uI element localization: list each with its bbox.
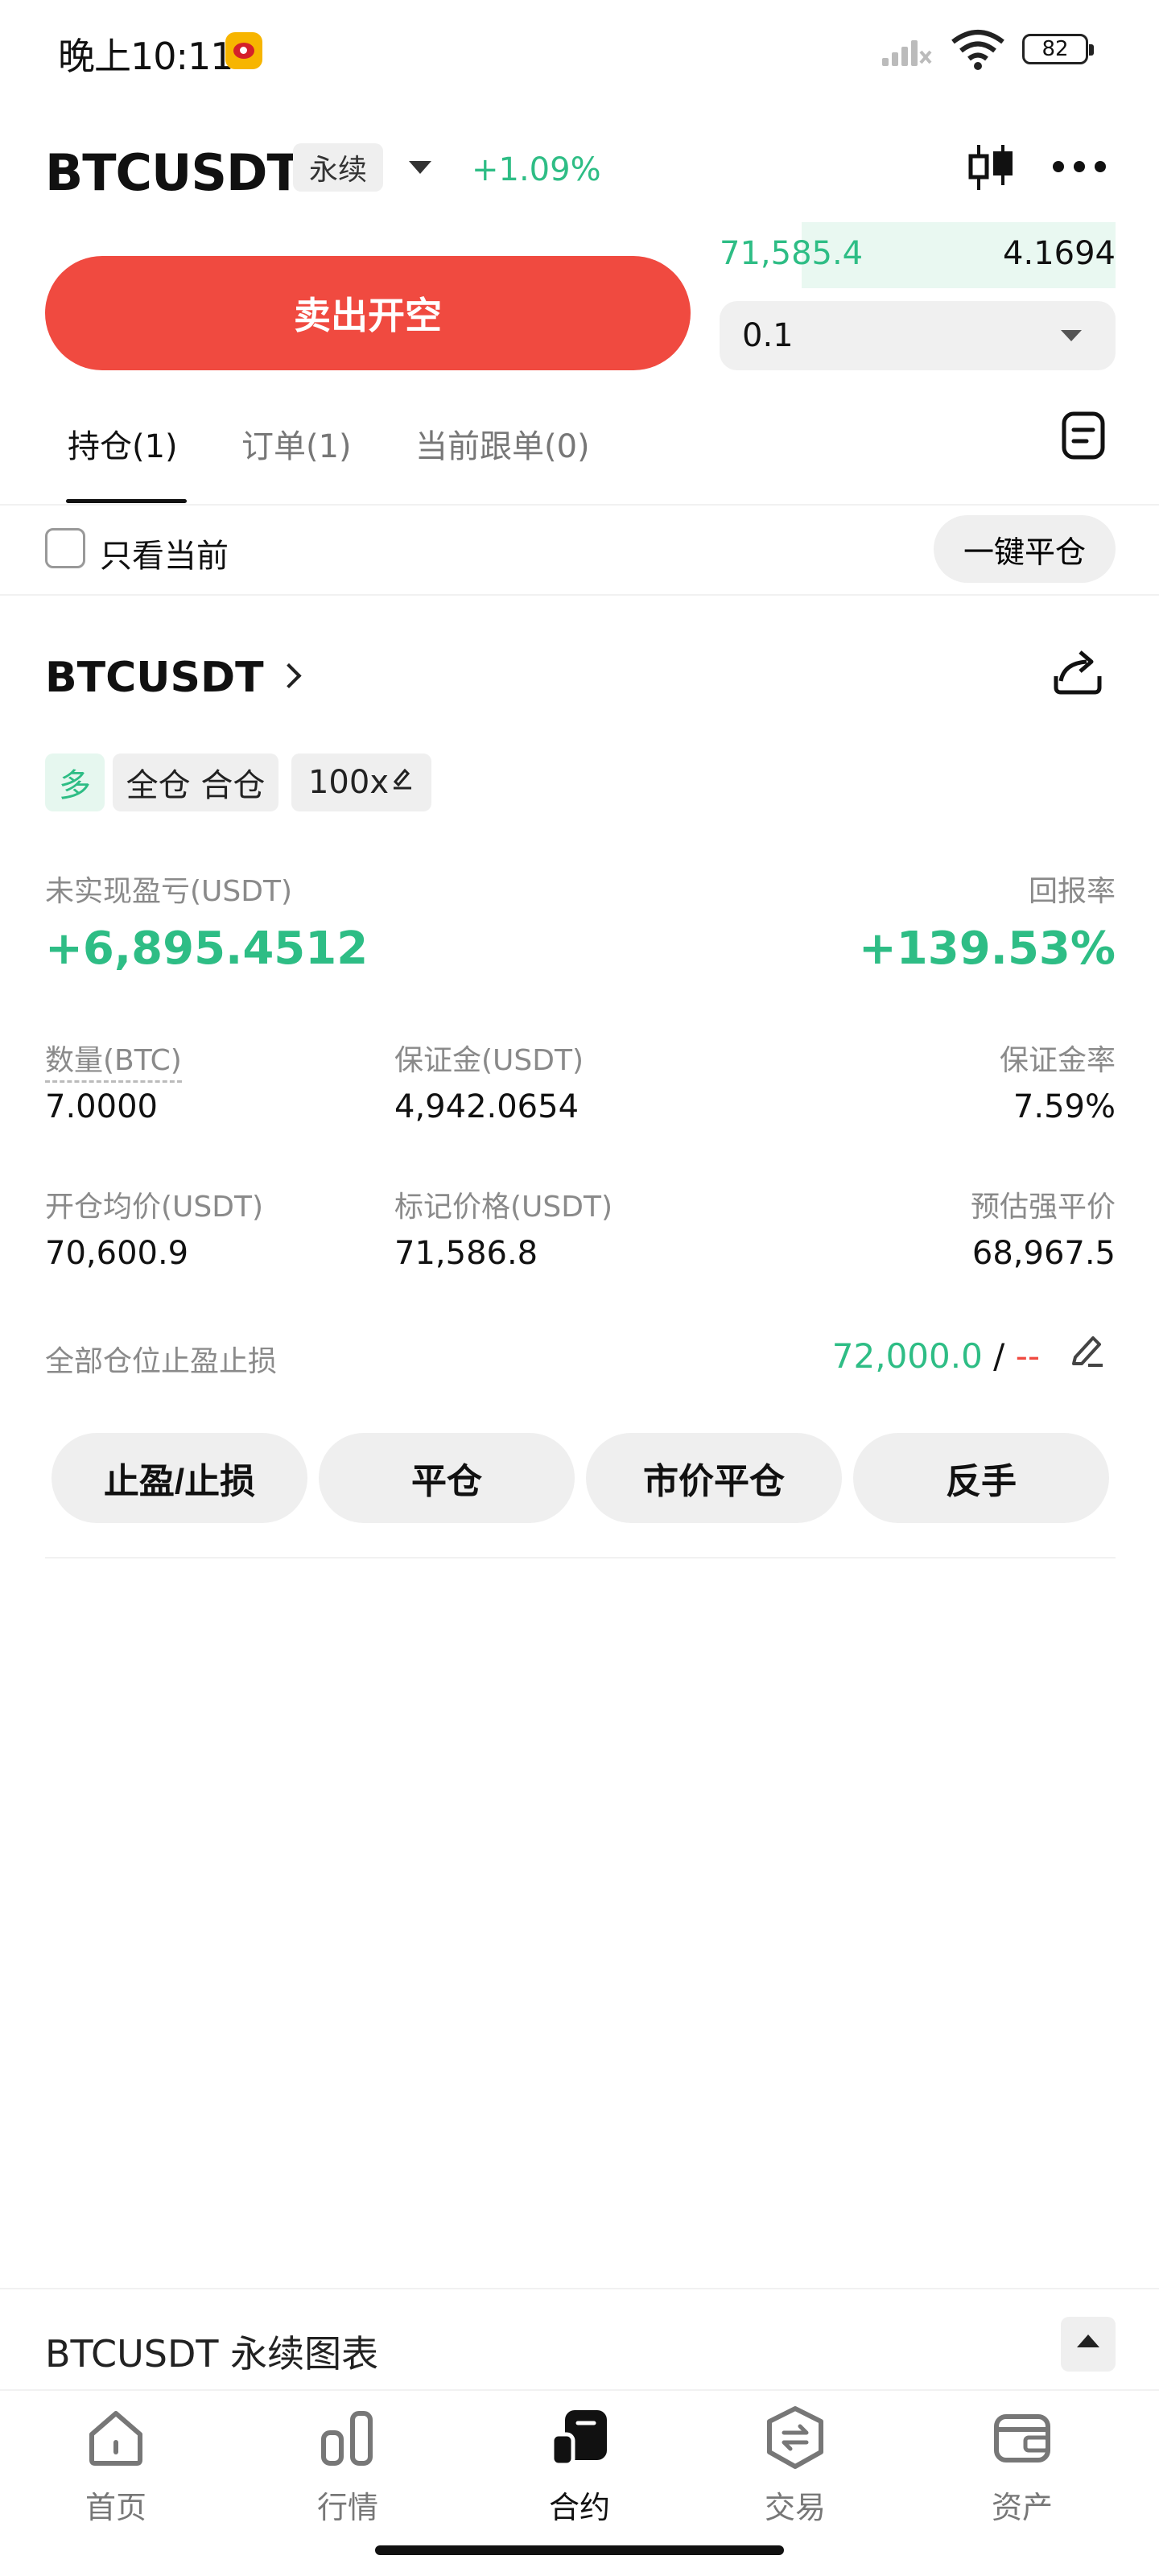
battery-indicator: 82 [1022, 34, 1094, 64]
liq-price-value: 68,967.5 [971, 1235, 1116, 1272]
roe-label: 回报率 [1028, 875, 1116, 908]
divider [0, 2288, 1159, 2289]
tpsl-label: 全部仓位止盈止损 [45, 1345, 278, 1378]
tpsl-separator: / [993, 1336, 1005, 1376]
quantity-select[interactable]: 0.1 [720, 301, 1116, 370]
contract-type-badge: 永续 [293, 143, 383, 192]
nav-trade[interactable]: 交易 [715, 2405, 876, 2527]
chevron-down-icon [1061, 330, 1082, 341]
order-book-price: 71,585.4 [720, 235, 864, 272]
divider [0, 2389, 1159, 2391]
roe-value: +139.53% [858, 923, 1116, 975]
symbol-title[interactable]: BTCUSDT [45, 143, 301, 202]
mark-price-value: 71,586.8 [394, 1235, 538, 1272]
home-icon [89, 2411, 142, 2466]
tab-orders[interactable]: 订单(1) [241, 420, 352, 467]
wallet-icon [994, 2414, 1050, 2462]
candlestick-icon[interactable] [966, 142, 1016, 193]
liq-price-label: 预估强平价 [970, 1191, 1116, 1224]
leverage-badge[interactable]: 100x [291, 753, 431, 811]
trade-icon [767, 2406, 823, 2469]
margin-label: 保证金(USDT) [394, 1044, 584, 1077]
status-time: 晚上10:11 [58, 35, 234, 78]
weibo-notification-icon [225, 32, 262, 69]
position-side-badge: 多 [45, 753, 105, 811]
margin-ratio-value: 7.59% [1013, 1088, 1116, 1125]
divider [45, 1557, 1116, 1558]
price-change: +1.09% [472, 151, 601, 188]
mark-price-label: 标记价格(USDT) [394, 1191, 613, 1224]
only-current-label: 只看当前 [100, 538, 229, 575]
nav-market-label: 行情 [316, 2490, 378, 2525]
margin-mode-badge: 全仓 合仓 [113, 753, 278, 811]
nav-assets-label: 资产 [991, 2490, 1053, 2525]
more-icon[interactable] [1053, 161, 1106, 172]
unrealized-pnl-label: 未实现盈亏(USDT) [45, 875, 293, 908]
records-icon[interactable] [1061, 411, 1106, 460]
unrealized-pnl-value: +6,895.4512 [45, 923, 369, 975]
divider [0, 594, 1159, 596]
nav-trade-label: 交易 [764, 2490, 826, 2525]
entry-price-label: 开仓均价(USDT) [45, 1191, 264, 1224]
close-position-button[interactable]: 平仓 [319, 1433, 575, 1523]
nav-futures[interactable]: 合约 [499, 2405, 660, 2527]
divider [0, 504, 1159, 506]
reverse-position-button[interactable]: 反手 [853, 1433, 1109, 1523]
chart-bar-title[interactable]: BTCUSDT 永续图表 [45, 2325, 378, 2378]
chevron-right-icon[interactable] [276, 663, 302, 689]
position-symbol[interactable]: BTCUSDT [45, 654, 264, 702]
margin-value: 4,942.0654 [394, 1088, 580, 1125]
market-icon [321, 2411, 373, 2466]
stop-loss-value: -- [1015, 1336, 1040, 1376]
signal-icon [882, 40, 932, 66]
sell-open-short-button[interactable]: 卖出开空 [45, 256, 691, 370]
nav-home-label: 首页 [85, 2490, 146, 2525]
quantity-label[interactable]: 数量(BTC) [45, 1037, 182, 1083]
close-all-button[interactable]: 一键平仓 [934, 515, 1116, 583]
nav-assets[interactable]: 资产 [942, 2405, 1103, 2527]
nav-home[interactable]: 首页 [35, 2405, 196, 2527]
market-close-button[interactable]: 市价平仓 [586, 1433, 842, 1523]
nav-market[interactable]: 行情 [267, 2405, 428, 2527]
edit-icon[interactable] [1067, 1330, 1107, 1370]
order-book-row[interactable]: 71,585.4 4.1694 [720, 222, 1116, 288]
tab-active-indicator [66, 499, 187, 503]
share-icon[interactable] [1051, 644, 1104, 697]
margin-ratio-label: 保证金率 [999, 1044, 1116, 1077]
chevron-down-icon[interactable] [409, 161, 431, 174]
take-profit-value: 72,000.0 [831, 1336, 983, 1376]
leverage-value: 100x [307, 764, 390, 801]
entry-price-value: 70,600.9 [45, 1235, 189, 1272]
futures-icon [550, 2410, 607, 2467]
tpsl-button[interactable]: 止盈/止损 [52, 1433, 307, 1523]
edit-icon [393, 768, 412, 790]
only-current-checkbox[interactable] [45, 528, 85, 568]
home-indicator[interactable] [375, 2545, 784, 2555]
expand-chart-button[interactable] [1061, 2317, 1116, 2372]
nav-futures-label: 合约 [548, 2490, 610, 2525]
order-book-qty: 4.1694 [1003, 235, 1116, 272]
wifi-icon [951, 30, 1004, 70]
tpsl-values[interactable]: 72,000.0 / -- [832, 1336, 1040, 1376]
tab-positions[interactable]: 持仓(1) [68, 420, 178, 467]
tab-copy-trades[interactable]: 当前跟单(0) [415, 420, 590, 467]
quantity-value: 0.1 [742, 317, 794, 354]
quantity-value: 7.0000 [45, 1088, 158, 1125]
